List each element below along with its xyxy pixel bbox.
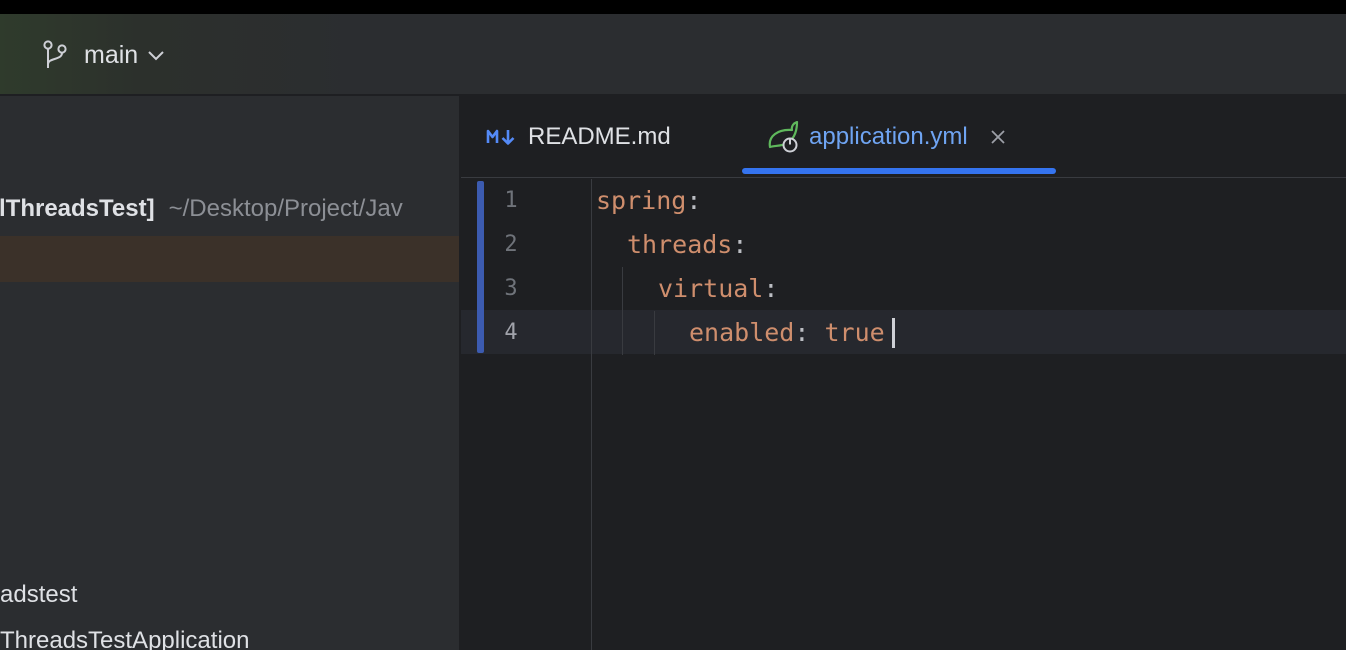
- project-root-path: ~/Desktop/Project/Jav: [168, 195, 403, 222]
- yaml-colon: :: [763, 274, 779, 303]
- text-caret: [892, 318, 895, 348]
- main-toolbar: main: [0, 14, 1346, 95]
- code-line: spring:: [596, 179, 701, 223]
- line-number: 1: [504, 188, 518, 213]
- active-tab-indicator: [742, 168, 1056, 174]
- tree-item-application-class[interactable]: ThreadsTestApplication: [0, 623, 249, 650]
- gutter-separator: [591, 179, 592, 650]
- chevron-down-icon: [148, 51, 164, 61]
- line-number: 2: [504, 232, 518, 257]
- code-line: threads:: [627, 223, 747, 267]
- window-top-strip: [0, 0, 1346, 14]
- tab-label: README.md: [528, 123, 671, 150]
- code-line: enabled: true: [689, 311, 885, 355]
- yaml-key: virtual: [658, 274, 764, 303]
- vcs-change-marker[interactable]: [477, 181, 484, 353]
- yaml-key: enabled: [689, 318, 795, 347]
- indent-guide: [622, 267, 623, 355]
- editor-pane: README.md application.yml 1 2 3 4 spring…: [461, 96, 1346, 650]
- yaml-key: threads: [627, 230, 733, 259]
- editor-tab-bar: README.md application.yml: [461, 96, 1346, 178]
- branch-name: main: [84, 40, 139, 69]
- code-line: virtual:: [658, 267, 778, 311]
- yaml-colon: :: [686, 186, 702, 215]
- yaml-key: spring: [596, 186, 687, 215]
- tree-item-label: adstest: [0, 581, 78, 608]
- selected-tree-row[interactable]: [0, 236, 459, 282]
- git-branch-icon: [43, 40, 67, 68]
- project-root-row[interactable]: lThreadsTest] ~/Desktop/Project/Jav: [0, 192, 403, 226]
- vcs-branch-widget[interactable]: main: [42, 40, 165, 70]
- yaml-value: true: [824, 318, 885, 347]
- line-number: 4: [504, 320, 518, 345]
- tree-item-label: ThreadsTestApplication: [0, 627, 250, 650]
- tree-item-package[interactable]: adstest: [0, 577, 77, 613]
- project-root-name: lThreadsTest]: [0, 195, 155, 222]
- tab-label: application.yml: [809, 123, 968, 150]
- markdown-icon: [486, 129, 515, 145]
- close-icon[interactable]: [990, 129, 1006, 145]
- yaml-colon: :: [794, 318, 825, 347]
- indent-guide: [654, 311, 655, 355]
- tab-readme[interactable]: README.md: [486, 96, 671, 178]
- tab-application-yml[interactable]: application.yml: [742, 96, 1056, 178]
- current-line-highlight: [461, 310, 1346, 354]
- project-tool-window: lThreadsTest] ~/Desktop/Project/Jav adst…: [0, 96, 460, 650]
- spring-config-icon: [768, 121, 799, 153]
- code-editor[interactable]: 1 2 3 4 spring: threads: virtual: enable…: [461, 179, 1346, 650]
- line-number: 3: [504, 276, 518, 301]
- yaml-colon: :: [732, 230, 748, 259]
